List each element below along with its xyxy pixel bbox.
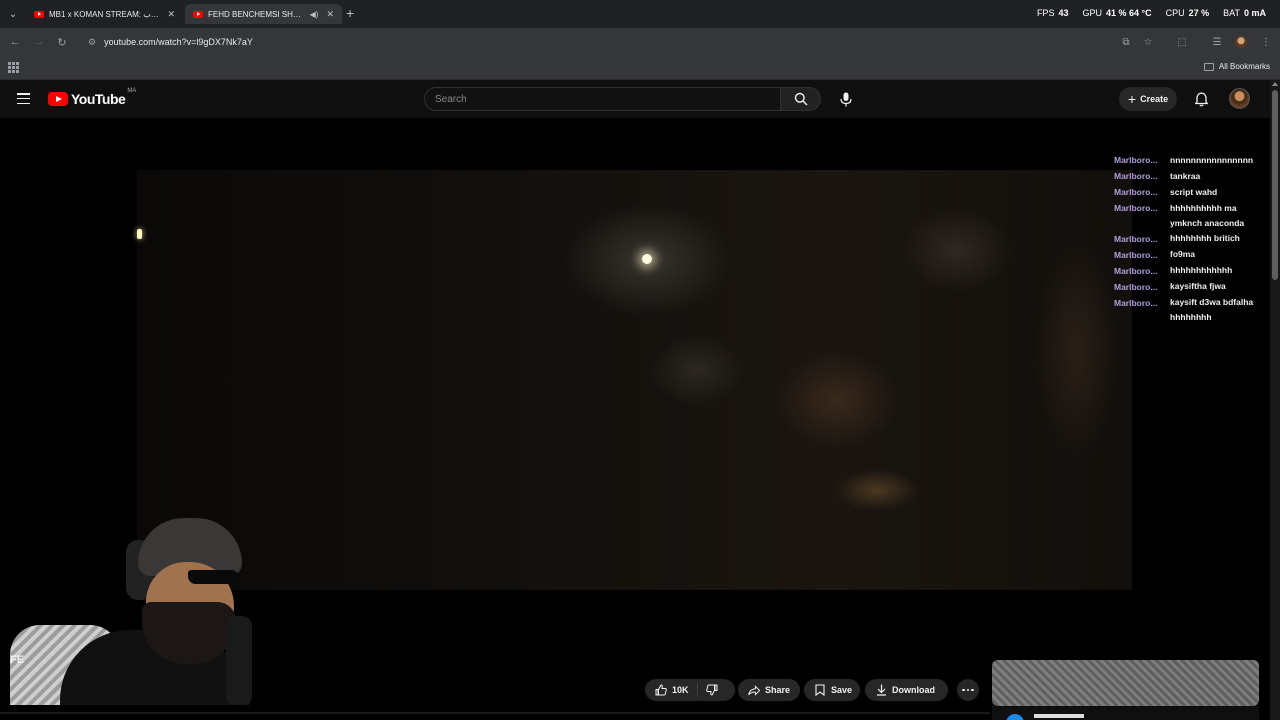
back-arrow-icon[interactable]: ← [7,34,23,50]
share-button[interactable]: Share [738,679,800,701]
sponsor-title-fragment [1034,714,1084,718]
apps-grid-icon[interactable] [8,62,19,73]
save-label: Save [831,685,853,695]
hamburger-menu-icon[interactable] [17,93,30,104]
chat-message: Marlboro... fo9ma [1114,249,1196,260]
folder-icon [1203,62,1214,71]
tab-title: FEHD BENCHEMSI SHORT... [208,9,304,19]
video-light-spot [642,254,652,264]
chat-message: Marlboro... script wahd [1114,186,1218,198]
speaker-icon[interactable]: ◀) [310,10,319,19]
tab-close-icon[interactable]: ✕ [167,9,175,20]
page-scrollbar[interactable] [1270,80,1280,720]
tab-search-chevron-icon[interactable]: ⌄ [4,5,22,23]
youtube-logo[interactable]: YouTube MA [48,88,137,107]
chat-message: Marlboro... hhhhhhhhhh ma ymknch anaconda [1114,202,1245,228]
create-label: Create [1140,94,1169,104]
all-bookmarks-label: All Bookmarks [1218,62,1270,71]
scroll-up-arrow-icon[interactable] [1272,82,1278,86]
chat-message: Marlboro... tankraa [1114,170,1201,182]
live-chat-overlay: Marlboro... nnnnnnnnnnnnnnnn Marlboro... t… [1114,152,1268,325]
microphone-icon [840,92,852,106]
bookmark-icon [814,684,826,696]
webcam-streamer [118,518,252,705]
new-tab-plus-icon[interactable]: + [346,5,354,21]
gpu-stat: GPU 41 % 64 °C [1082,8,1152,18]
chat-message: Marlboro... hhhhhhhhhhhh [1114,265,1233,276]
forward-arrow-icon[interactable]: → [31,34,47,50]
download-button[interactable]: Download [865,679,948,701]
divider-line [0,712,990,714]
sponsored-footer [992,706,1259,720]
chat-message: Marlboro... kaysift d3wa bdfalha hhhhhhhh [1114,297,1254,322]
tab-title: MB1 x KOMAN STREAM: الراب... [49,9,159,19]
browser-tab-strip: ⌄ MB1 x KOMAN STREAM: الراب... ✕ FEHD BE… [0,0,1280,28]
scrollbar-thumb[interactable] [1272,90,1278,280]
like-divider [696,683,698,697]
notifications-button[interactable] [1190,88,1212,110]
country-code: MA [127,88,137,94]
plus-icon: + [1127,91,1137,107]
reload-icon[interactable]: ↻ [54,34,70,50]
search-input[interactable]: Search [424,87,781,111]
dislike-button[interactable] [705,684,718,696]
like-count[interactable]: 10K [672,685,689,695]
bookmark-star-icon[interactable]: ☆ [1140,34,1156,50]
youtube-play-logo-icon [48,92,68,106]
address-bar[interactable]: ⚙ youtube.com/watch?v=l9gDX7Nk7aY [80,31,1160,53]
title-fragment: FE [10,654,25,666]
search-icon [794,92,808,106]
site-info-icon[interactable]: ⚙ [88,37,96,48]
video-player[interactable] [137,170,1132,590]
browser-toolbar: ← → ↻ ⚙ youtube.com/watch?v=l9gDX7Nk7aY … [0,28,1280,56]
download-label: Download [892,685,935,695]
tab-close-icon[interactable]: ✕ [326,9,334,20]
chat-message: Marlboro... nnnnnnnnnnnnnnnn [1114,154,1254,166]
browser-tab-stream[interactable]: MB1 x KOMAN STREAM: الراب... ✕ [26,4,183,24]
thumbs-up-icon [655,684,667,696]
youtube-masthead: YouTube MA Search + Create [0,80,1270,118]
account-avatar[interactable] [1229,88,1250,109]
more-actions-button[interactable] [957,679,979,701]
cast-icon[interactable]: ⧉ [1118,34,1134,50]
all-bookmarks-button[interactable]: All Bookmarks [1203,62,1270,71]
sponsor-avatar[interactable] [1006,714,1024,720]
thumbs-down-icon [705,684,718,696]
bookmarks-bar: All Bookmarks [0,56,1280,80]
share-arrow-icon [748,684,760,696]
create-button[interactable]: + Create [1119,87,1177,111]
voice-search-button[interactable] [833,87,859,111]
youtube-favicon-icon [193,10,203,18]
youtube-wordmark: YouTube [71,91,126,107]
kebab-menu-icon[interactable]: ⋮ [1258,34,1274,50]
bat-stat: BAT 0 mA [1223,8,1266,18]
extensions-puzzle-icon[interactable]: ⬚ [1174,34,1190,50]
youtube-favicon-icon [34,10,44,18]
profile-avatar[interactable] [1233,34,1249,50]
url-text[interactable]: youtube.com/watch?v=l9gDX7Nk7aY [104,37,253,47]
download-icon [875,684,887,696]
performance-overlay: FPS 43 GPU 41 % 64 °C CPU 27 % BAT 0 mA [1037,8,1266,18]
search-button[interactable] [781,87,821,111]
reading-list-icon[interactable]: ☰ [1209,34,1225,50]
browser-tab-fehd[interactable]: FEHD BENCHEMSI SHORT... ◀) ✕ [185,4,342,24]
video-edge-light [137,229,142,239]
like-dislike-group: 10K [645,679,735,701]
chat-message: Marlboro... kaysiftha fjwa [1114,281,1226,292]
fps-stat: FPS 43 [1036,8,1069,18]
like-button[interactable] [655,684,667,696]
share-label: Share [765,685,791,695]
sponsored-thumbnail[interactable] [992,660,1259,706]
video-frame [137,170,1132,590]
bell-icon [1194,91,1208,106]
save-button[interactable]: Save [804,679,860,701]
chat-message: Marlboro... hhhhhhhh britich [1114,233,1240,244]
streamer-webcam [0,500,270,705]
cpu-stat: CPU 27 % [1165,8,1210,18]
